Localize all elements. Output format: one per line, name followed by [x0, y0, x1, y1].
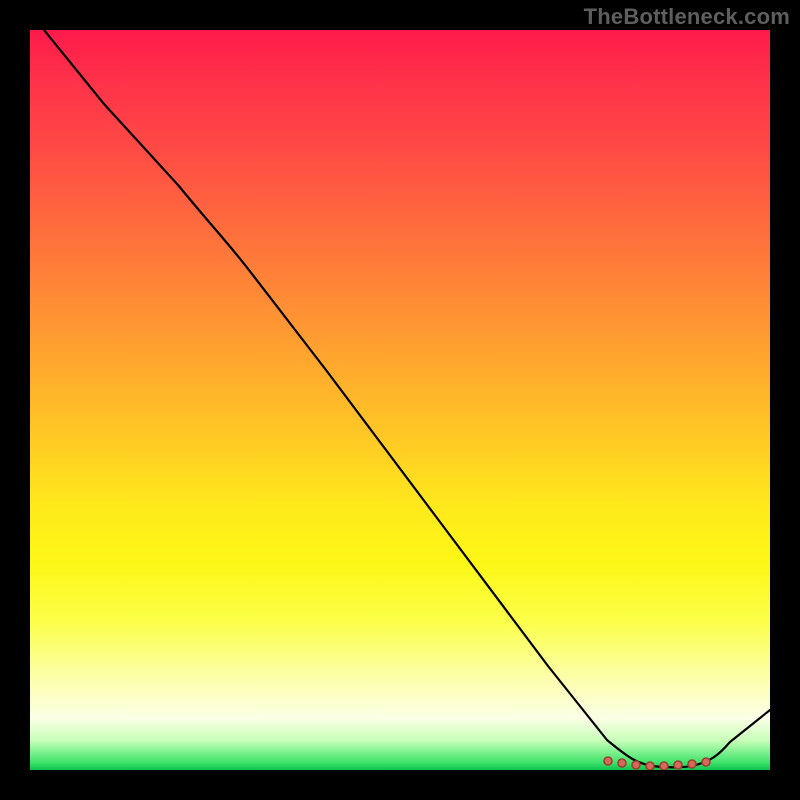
optimal-dot	[688, 760, 696, 768]
watermark-text: TheBottleneck.com	[584, 4, 790, 30]
optimal-range-dots	[604, 757, 710, 770]
optimal-dot	[632, 761, 640, 769]
plot-area	[30, 30, 770, 770]
optimal-dot	[702, 758, 710, 766]
optimal-dot	[604, 757, 612, 765]
optimal-dot	[646, 762, 654, 770]
chart-frame: TheBottleneck.com	[0, 0, 800, 800]
optimal-dot	[660, 762, 668, 770]
plot-inner	[30, 30, 770, 770]
overlay-svg	[30, 30, 770, 770]
bottleneck-curve	[44, 30, 770, 767]
optimal-dot	[618, 759, 626, 767]
optimal-dot	[674, 761, 682, 769]
